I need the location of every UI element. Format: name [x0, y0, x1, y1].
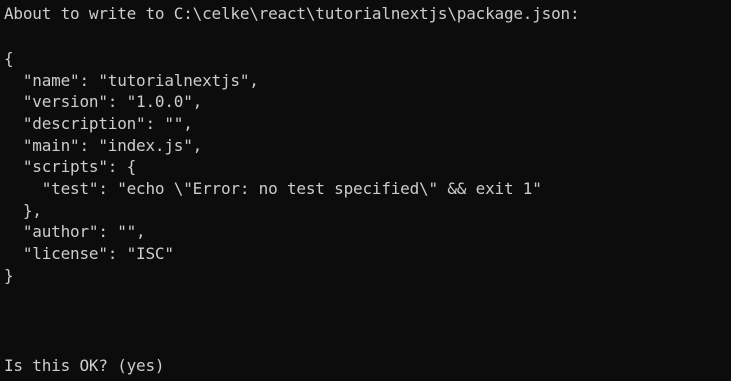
confirm-prompt[interactable]: Is this OK? (yes)	[4, 355, 165, 377]
console-window: About to write to C:\celke\react\tutoria…	[0, 0, 731, 381]
json-line: "author": "",	[4, 222, 146, 241]
json-line: "main": "index.js",	[4, 136, 203, 155]
json-line: "description": "",	[4, 114, 193, 133]
json-line: {	[4, 49, 14, 68]
json-line: "license": "ISC"	[4, 244, 174, 263]
json-line: "scripts": {	[4, 157, 137, 176]
write-target-message: About to write to C:\celke\react\tutoria…	[4, 4, 580, 23]
json-line: },	[4, 201, 42, 220]
json-line: }	[4, 266, 14, 285]
json-line: "name": "tutorialnextjs",	[4, 71, 259, 90]
json-line: "version": "1.0.0",	[4, 92, 203, 111]
json-line: "test": "echo \"Error: no test specified…	[4, 179, 542, 198]
